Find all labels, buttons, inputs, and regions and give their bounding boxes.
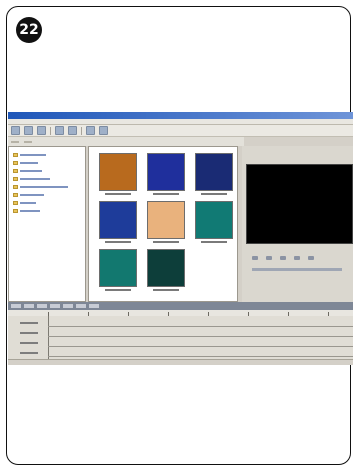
tree-item[interactable] — [13, 193, 44, 197]
thumbnail-4[interactable] — [99, 201, 137, 243]
toolbar-divider — [81, 126, 82, 135]
save-icon[interactable] — [37, 126, 46, 135]
play-timeline-button[interactable] — [63, 304, 73, 308]
thumbnail-caption — [196, 241, 232, 245]
thumbnail-caption — [100, 193, 136, 197]
track-line — [48, 346, 353, 347]
rewind-button[interactable] — [50, 304, 60, 308]
collections-icon[interactable] — [99, 126, 108, 135]
tree-item[interactable] — [13, 209, 40, 213]
play-icon[interactable] — [252, 256, 258, 260]
collection-bar — [8, 137, 244, 146]
tree-item-label — [20, 210, 40, 212]
thumbnail-caption — [100, 289, 136, 293]
status-bar — [8, 359, 353, 365]
folder-icon — [13, 201, 18, 205]
preview-screen — [246, 164, 353, 244]
track-line — [48, 356, 353, 357]
window-titlebar — [8, 112, 353, 119]
tree-item-label — [20, 154, 46, 156]
collections-tab[interactable] — [11, 140, 19, 143]
collection-dropdown[interactable] — [24, 140, 32, 143]
audio-levels-button[interactable] — [89, 304, 99, 308]
seek-bar[interactable] — [252, 268, 342, 271]
timeline-toolbar — [8, 302, 353, 310]
track-line — [48, 326, 353, 327]
folder-icon — [13, 153, 18, 157]
tasks-icon[interactable] — [86, 126, 95, 135]
tree-item[interactable] — [13, 161, 38, 165]
transition-track-label — [10, 330, 46, 335]
thumbnail-1[interactable] — [99, 153, 137, 195]
audio-track-label — [10, 340, 46, 345]
undo-icon[interactable] — [55, 126, 64, 135]
folder-icon — [13, 209, 18, 213]
tree-item[interactable] — [13, 177, 50, 181]
folder-icon — [13, 185, 18, 189]
zoom-out-button[interactable] — [37, 304, 47, 308]
thumbnail-7[interactable] — [99, 249, 137, 291]
timeline-tracks — [8, 316, 353, 365]
thumbnail-2[interactable] — [147, 153, 185, 195]
tree-item-label — [20, 178, 50, 180]
stop-icon[interactable] — [266, 256, 272, 260]
app-screenshot — [8, 112, 353, 365]
thumbnail-5[interactable] — [147, 201, 185, 243]
clip-thumbnails — [88, 146, 238, 302]
collections-tree — [8, 146, 86, 302]
tree-item-label — [20, 194, 44, 196]
tree-item-label — [20, 170, 42, 172]
storyboard-toggle-button[interactable] — [11, 304, 21, 308]
tree-item[interactable] — [13, 153, 46, 157]
folder-icon — [13, 177, 18, 181]
playback-controls — [252, 256, 314, 260]
next-frame-icon[interactable] — [294, 256, 300, 260]
thumbnail-3[interactable] — [195, 153, 233, 195]
tree-item-label — [20, 162, 38, 164]
track-header-divider — [48, 316, 49, 365]
folder-icon — [13, 193, 18, 197]
zoom-in-button[interactable] — [24, 304, 34, 308]
thumbnail-6[interactable] — [195, 201, 233, 243]
redo-icon[interactable] — [68, 126, 77, 135]
tree-item[interactable] — [13, 169, 42, 173]
tree-item[interactable] — [13, 185, 68, 189]
toolbar-divider — [50, 126, 51, 135]
folder-icon — [13, 161, 18, 165]
folder-icon — [13, 169, 18, 173]
open-project-icon[interactable] — [24, 126, 33, 135]
thumbnail-caption — [100, 241, 136, 245]
tree-item-label — [20, 186, 68, 188]
thumbnail-8[interactable] — [147, 249, 185, 291]
tree-item[interactable] — [13, 201, 36, 205]
music-track-label — [10, 350, 46, 355]
thumbnail-caption — [148, 241, 184, 245]
step-number: 22 — [19, 22, 39, 38]
track-line — [48, 336, 353, 337]
new-project-icon[interactable] — [11, 126, 20, 135]
preview-monitor — [242, 146, 353, 302]
video-track-label — [10, 320, 46, 325]
tree-item-label — [20, 202, 36, 204]
thumbnail-caption — [148, 193, 184, 197]
previous-frame-icon[interactable] — [280, 256, 286, 260]
full-screen-icon[interactable] — [308, 256, 314, 260]
narrate-button[interactable] — [76, 304, 86, 308]
thumbnail-caption — [148, 289, 184, 293]
toolbar — [8, 125, 353, 137]
step-badge: 22 — [16, 17, 42, 43]
thumbnail-caption — [196, 193, 232, 197]
